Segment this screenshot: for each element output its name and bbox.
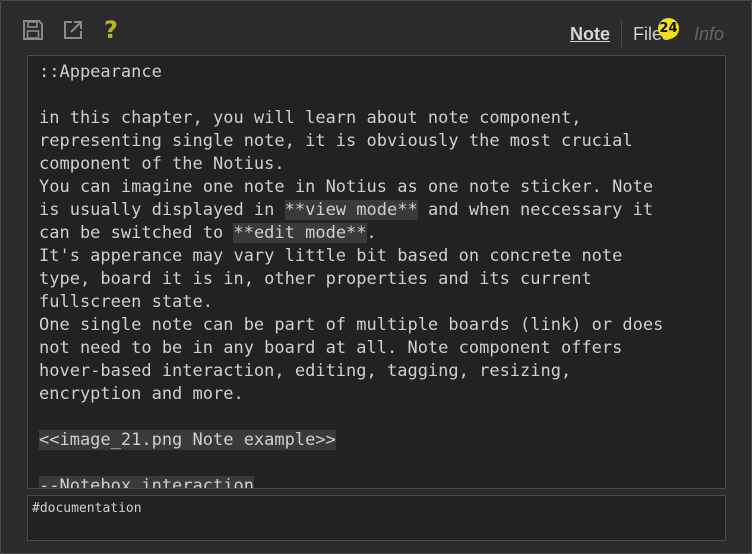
editor-text-span: is usually displayed in xyxy=(39,200,285,220)
editor-text-span: . xyxy=(366,223,377,243)
editor-line: in this chapter, you will learn about no… xyxy=(39,108,582,128)
editor-line: One single note can be part of multiple … xyxy=(39,315,664,335)
editor-line: You can imagine one note in Notius as on… xyxy=(39,177,654,197)
editor-text-span: and when neccessary it xyxy=(417,200,654,220)
note-content[interactable]: ::Appearancein this chapter, you will le… xyxy=(39,61,724,488)
save-icon[interactable] xyxy=(21,18,45,42)
tab-info[interactable]: Info xyxy=(683,21,735,49)
editor-line: --Notebox interaction xyxy=(39,475,724,488)
tags-field[interactable]: #documentation xyxy=(27,495,726,541)
editor-line: encryption and more. xyxy=(39,384,244,404)
editor-line: <<image_21.png Note example>> xyxy=(39,429,724,452)
editor-line: is usually displayed in **view mode** an… xyxy=(39,199,724,222)
markup-highlight: **view mode** xyxy=(284,200,418,220)
tab-info-label: Info xyxy=(693,24,724,44)
editor-line: fullscreen state. xyxy=(39,292,213,312)
toolbar: ? Note Files 24 Info xyxy=(1,1,751,53)
markup-highlight: <<image_21.png Note example>> xyxy=(39,430,336,450)
editor-line: type, board it is in, other properties a… xyxy=(39,269,592,289)
tab-bar: Note Files 24 Info xyxy=(559,18,735,49)
editor-text-span: can be switched to xyxy=(39,223,234,243)
editor-line: representing single note, it is obviousl… xyxy=(39,131,633,151)
editor-line: can be switched to **edit mode**. xyxy=(39,222,724,245)
tags-value: #documentation xyxy=(32,501,142,516)
open-external-icon[interactable] xyxy=(61,18,85,42)
tab-note[interactable]: Note xyxy=(559,21,621,49)
files-count-badge: 24 xyxy=(657,18,679,39)
tab-note-label: Note xyxy=(569,24,610,44)
tab-files[interactable]: Files 24 xyxy=(622,18,682,49)
editor-line: hover-based interaction, editing, taggin… xyxy=(39,361,572,381)
markup-highlight: **edit mode** xyxy=(233,223,367,243)
note-editor[interactable]: ::Appearancein this chapter, you will le… xyxy=(27,55,726,489)
markup-highlight: --Notebox interaction xyxy=(39,476,254,488)
editor-line: ::Appearance xyxy=(39,62,162,82)
note-window: ? Note Files 24 Info ::Appearancein this… xyxy=(0,0,752,554)
editor-line: not need to be in any board at all. Note… xyxy=(39,338,623,358)
editor-line: component of the Notius. xyxy=(39,154,285,174)
editor-line: It's apperance may vary little bit based… xyxy=(39,246,623,266)
help-icon[interactable]: ? xyxy=(99,18,123,42)
